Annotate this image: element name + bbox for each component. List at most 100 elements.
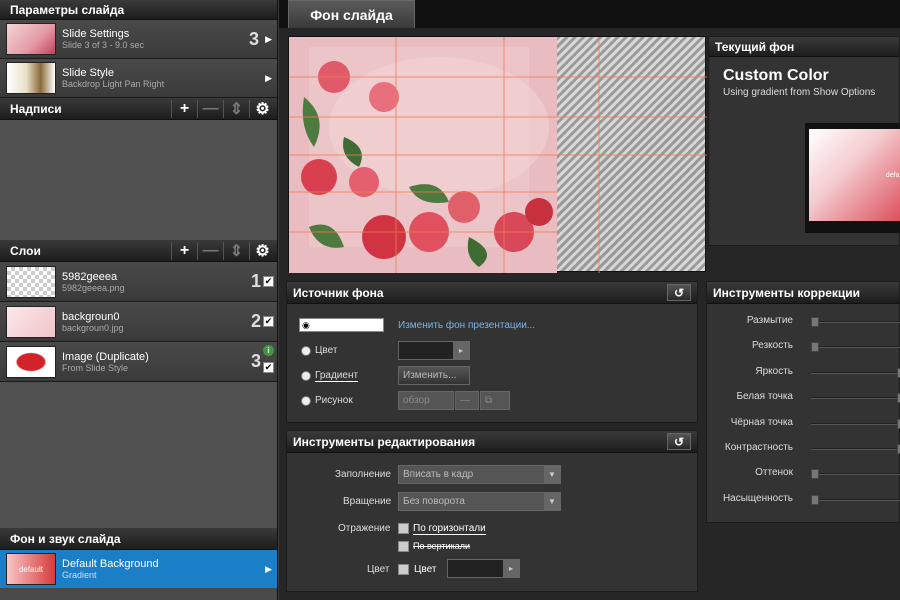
reset-icon[interactable]: ↺	[667, 433, 691, 450]
slider-handle[interactable]	[811, 317, 819, 327]
tab-slide-background[interactable]: Фон слайда	[288, 0, 415, 28]
default-bg-sub: Gradient	[62, 570, 97, 580]
mirror-v-checkbox[interactable]	[398, 541, 409, 552]
slide-style-sub: Backdrop Light Pan Right	[62, 79, 165, 89]
layer-item[interactable]: 5982geeea 5982geeea.png 1 ✔	[0, 262, 277, 302]
edit-tools-panel: Инструменты редактирования ↺ Заполнение …	[286, 430, 698, 592]
color-radio[interactable]	[301, 346, 311, 356]
default-background-item[interactable]: default Default Background Gradient ▶	[0, 550, 277, 588]
correction-slider-label: Резкость	[752, 340, 793, 352]
correction-slider[interactable]	[811, 469, 900, 480]
layer-thumb	[6, 305, 56, 338]
layer-sub: backgroun0.jpg	[62, 322, 124, 333]
default-bg-title: Default Background	[62, 558, 159, 570]
slide-style-thumb	[6, 62, 56, 94]
gear-icon[interactable]: ⚙	[249, 100, 275, 118]
dropdown-arrow-icon: ▸	[453, 342, 469, 359]
main-area: Фон слайда Текущий фон Custom Color Usin…	[279, 0, 900, 600]
chevron-down-icon: ▼	[544, 466, 560, 483]
chevron-right-icon[interactable]: ▶	[265, 34, 272, 45]
layer-item[interactable]: backgroun0 backgroun0.jpg 2 ✔	[0, 302, 277, 342]
correction-slider[interactable]	[811, 418, 900, 429]
gradient-radio-label: Градиент	[315, 370, 359, 382]
layers-header: Слои + — ⇕ ⚙	[0, 240, 277, 262]
remove-picture-button[interactable]: —	[455, 391, 479, 410]
fill-label: Заполнение	[335, 469, 391, 480]
correction-slider[interactable]	[811, 494, 900, 505]
layer-visible-checkbox[interactable]: ✔	[263, 316, 274, 327]
reset-icon[interactable]: ↺	[667, 284, 691, 301]
info-icon[interactable]: i	[263, 345, 274, 356]
layer-visible-checkbox[interactable]: ✔	[263, 362, 274, 373]
default-bg-thumb: default	[6, 553, 56, 585]
correction-slider-label: Яркость	[755, 365, 793, 377]
color-check-label: Цвет	[414, 564, 437, 575]
remove-layer-button[interactable]: —	[197, 242, 223, 260]
current-bg-sub: Using gradient from Show Options	[723, 87, 876, 98]
correction-slider-label: Контрастность	[724, 442, 793, 453]
browse-button[interactable]: обзор	[398, 391, 454, 410]
slider-handle[interactable]	[811, 342, 819, 353]
correction-slider[interactable]	[811, 342, 900, 353]
color-label: Цвет	[367, 564, 390, 575]
add-caption-button[interactable]: +	[171, 100, 197, 118]
layer-sub: From Slide Style	[62, 362, 129, 373]
color-checkbox[interactable]	[398, 564, 409, 575]
layer-number: 1	[250, 271, 261, 291]
gear-icon[interactable]: ⚙	[249, 242, 275, 260]
correction-slider[interactable]	[811, 393, 900, 404]
current-bg-panel: Текущий фон Custom Color Using gradient …	[708, 36, 900, 246]
correction-slider[interactable]	[811, 367, 900, 378]
slide-settings-item[interactable]: Slide Settings Slide 3 of 3 - 9.0 sec 3 ▶	[0, 20, 277, 59]
correction-slider[interactable]	[811, 317, 900, 327]
slider-handle[interactable]	[811, 494, 819, 505]
slide-style-item[interactable]: Slide Style Backdrop Light Pan Right ▶	[0, 59, 277, 98]
rotate-dropdown[interactable]: Без поворота ▼	[398, 492, 561, 511]
gradient-radio[interactable]	[301, 371, 311, 381]
gradient-change-button[interactable]: Изменить...	[398, 366, 470, 385]
bg-source-panel: Источник фона ↺ ◉ Изменить фон презентац…	[286, 281, 698, 423]
bg-source-header: Источник фона ↺	[287, 282, 697, 304]
mirror-label: Отражение	[338, 523, 391, 534]
slide-params-header: Параметры слайда	[0, 0, 277, 20]
move-caption-button[interactable]: ⇕	[223, 100, 249, 118]
slider-handle[interactable]	[811, 469, 819, 480]
left-column: Параметры слайда Slide Settings Slide 3 o…	[0, 0, 278, 600]
layer-thumb	[6, 265, 56, 298]
chevron-right-icon[interactable]: ▶	[265, 73, 272, 84]
chevron-right-icon[interactable]: ▶	[265, 564, 272, 575]
tint-color-picker[interactable]: ▸	[447, 559, 520, 578]
change-show-bg-link[interactable]: Изменить фон презентации...	[398, 320, 535, 331]
dropdown-arrow-icon: ▸	[503, 560, 519, 577]
picture-radio-label: Рисунок	[315, 395, 353, 406]
fill-dropdown[interactable]: Вписать в кадр ▼	[398, 465, 561, 484]
edit-picture-button[interactable]: ⧉	[480, 391, 510, 410]
captions-title: Надписи	[10, 101, 62, 116]
correction-slider-label: Чёрная точка	[730, 416, 793, 428]
default-radio-row[interactable]: ◉	[299, 318, 384, 332]
move-layer-button[interactable]: ⇕	[223, 242, 249, 260]
slide-settings-thumb	[6, 23, 56, 55]
mirror-h-checkbox[interactable]	[398, 523, 409, 534]
correction-panel: Инструменты коррекции Размытие Резкость Яр…	[706, 281, 900, 523]
rotate-label: Вращение	[343, 496, 392, 507]
bg-source-title: Источник фона	[293, 285, 384, 300]
current-bg-swatch: defaul	[805, 123, 900, 233]
correction-slider-label: Оттенок	[755, 467, 793, 479]
chevron-down-icon: ▼	[544, 493, 560, 510]
layer-thumb	[6, 345, 56, 378]
current-bg-title: Custom Color	[723, 67, 829, 84]
edit-tools-title: Инструменты редактирования	[293, 434, 476, 449]
correction-slider[interactable]	[811, 444, 900, 454]
correction-header: Инструменты коррекции	[707, 282, 899, 304]
mirror-v-label: По вертикали	[413, 541, 471, 551]
layer-item[interactable]: Image (Duplicate) From Slide Style 3 i ✔	[0, 342, 277, 382]
add-layer-button[interactable]: +	[171, 242, 197, 260]
layer-sub: 5982geeea.png	[62, 282, 125, 293]
picture-radio[interactable]	[301, 396, 311, 406]
remove-caption-button[interactable]: —	[197, 100, 223, 118]
color-picker[interactable]: ▸	[398, 341, 470, 360]
radio-selected-icon: ◉	[302, 320, 310, 330]
layer-visible-checkbox[interactable]: ✔	[263, 276, 274, 287]
correction-slider-label: Белая точка	[736, 391, 793, 403]
